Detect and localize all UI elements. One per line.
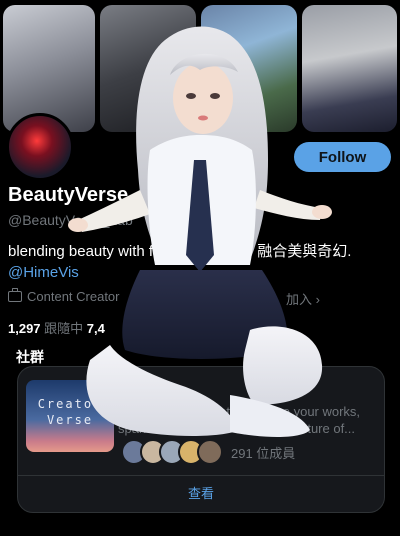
following-count[interactable]: 1,297	[8, 321, 41, 336]
community-description: A universe for creators. Share your work…	[118, 404, 361, 436]
community-view-button[interactable]: 查看	[18, 483, 384, 502]
avatar[interactable]	[6, 113, 74, 181]
card-divider	[18, 475, 384, 476]
header-photo-2[interactable]	[100, 5, 196, 132]
joined-label: 加入 ›	[286, 292, 320, 307]
briefcase-icon	[8, 288, 22, 302]
community-thumbnail: Creator Verse	[26, 380, 114, 452]
community-section-title: 社群	[16, 349, 44, 365]
community-thumb-title: Creator Verse	[37, 397, 103, 427]
community-members: 291 位成員	[121, 439, 295, 465]
profile-bio: blending beauty with f... 幻想の融合 / 融合美與奇幻…	[8, 241, 392, 283]
profile-display-name: BeautyVerse	[8, 184, 129, 206]
profile-stats: 1,297 跟隨中 7,4	[8, 318, 105, 337]
following-label[interactable]: 跟隨中	[41, 321, 87, 336]
followers-count[interactable]: 7,4	[87, 321, 105, 336]
member-count: 291 位成員	[231, 445, 296, 461]
profile-category: Content Creator	[8, 288, 120, 304]
header-photo-4[interactable]	[302, 5, 397, 132]
follow-button[interactable]: Follow	[294, 142, 391, 172]
category-label: Content Creator	[27, 289, 120, 304]
bio-text: blending beauty with f... 幻想の融合 / 融合美與奇幻…	[8, 243, 352, 260]
member-avatar	[197, 439, 223, 465]
header-photo-3[interactable]	[201, 5, 297, 132]
header-photo-1[interactable]	[3, 5, 95, 132]
bio-mention-link[interactable]: @HimeVis	[8, 264, 79, 281]
profile-handle: @BeautyVerse_Lab	[8, 212, 133, 228]
community-card[interactable]: Creator Verse A universe for creators. S…	[17, 366, 385, 513]
